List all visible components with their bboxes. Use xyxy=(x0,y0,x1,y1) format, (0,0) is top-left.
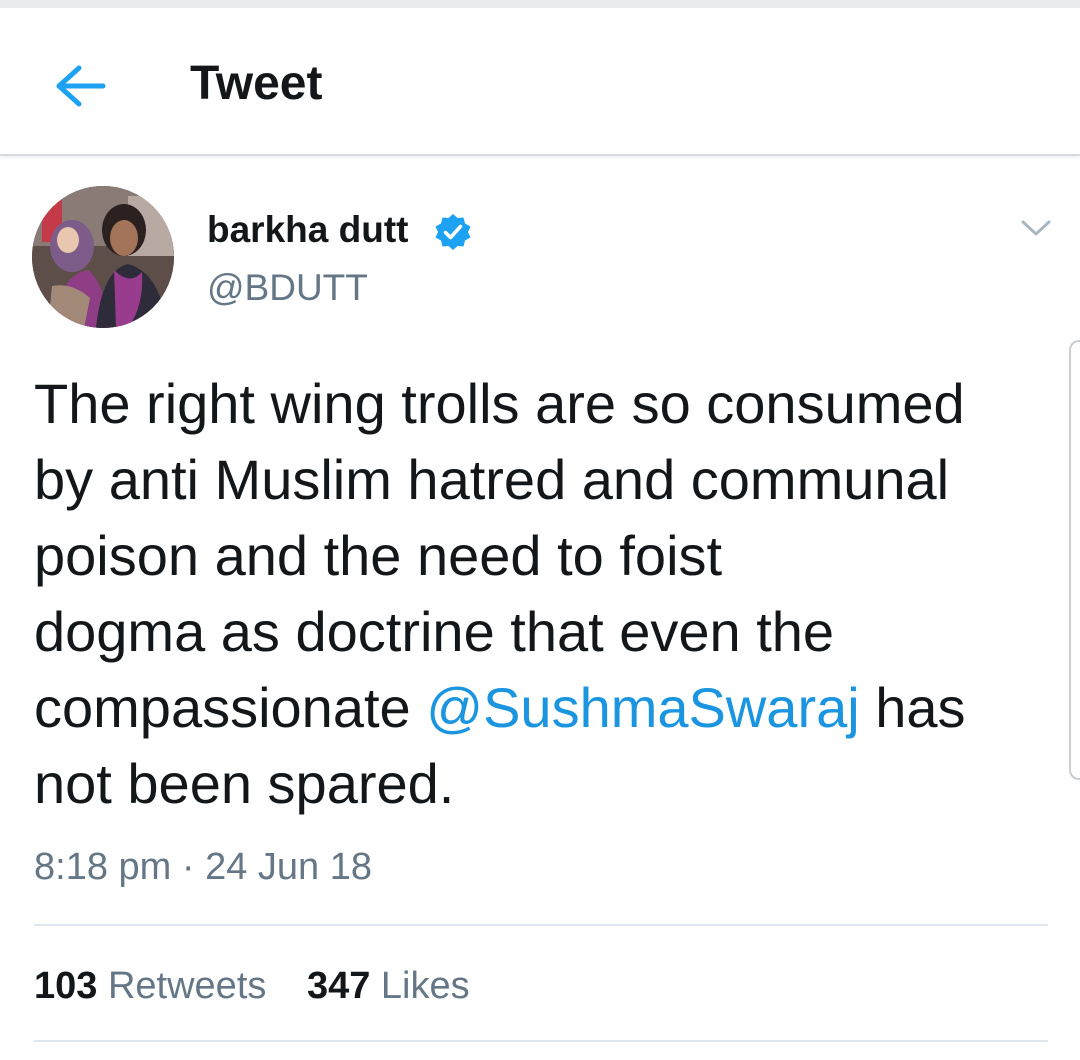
back-button[interactable] xyxy=(40,54,120,118)
tweet-text-line: by anti Muslim hatred and communal xyxy=(34,448,950,511)
mention-link[interactable]: @SushmaSwaraj xyxy=(426,676,859,739)
tweet-text-line: compassionate @SushmaSwaraj has xyxy=(34,670,1044,746)
divider xyxy=(34,924,1048,926)
retweets-label: Retweets xyxy=(107,965,267,1007)
author-name[interactable]: barkha dutt xyxy=(207,208,408,252)
tweet-text-line: dogma as doctrine that even the xyxy=(34,600,835,663)
tweet-text-segment: compassionate xyxy=(34,676,427,739)
tweet-menu-button[interactable] xyxy=(1016,212,1056,244)
likes-stat[interactable]: 347 Likes xyxy=(307,962,470,1010)
arrow-left-icon xyxy=(56,65,106,107)
likes-count: 347 xyxy=(306,965,371,1007)
avatar-photo xyxy=(32,186,174,328)
tweet-text: The right wing trolls are so consumed by… xyxy=(34,366,1044,822)
tweet-text-line: poison and the need to foist xyxy=(34,524,723,587)
avatar[interactable] xyxy=(32,186,174,328)
retweets-stat[interactable]: 103 Retweets xyxy=(34,962,266,1010)
divider xyxy=(34,1040,1048,1042)
tweet-text-segment: has xyxy=(859,676,966,739)
verified-badge-icon xyxy=(435,214,471,250)
tweet-stats: 103 Retweets 347 Likes xyxy=(34,962,470,1010)
likes-label: Likes xyxy=(380,965,470,1007)
retweets-count: 103 xyxy=(34,965,98,1007)
status-bar-strip xyxy=(0,0,1080,8)
chevron-down-icon xyxy=(1021,220,1051,236)
page-title: Tweet xyxy=(190,57,323,110)
app-bar: Tweet xyxy=(0,8,1080,156)
tweet-timestamp[interactable]: 8:18 pm · 24 Jun 18 xyxy=(34,844,372,890)
author-handle[interactable]: @BDUTT xyxy=(207,266,368,310)
tweet-text-line: The right wing trolls are so consumed xyxy=(34,372,965,435)
tweet-text-line: not been spared. xyxy=(34,752,455,815)
scroll-edge-handle[interactable] xyxy=(1069,340,1080,780)
